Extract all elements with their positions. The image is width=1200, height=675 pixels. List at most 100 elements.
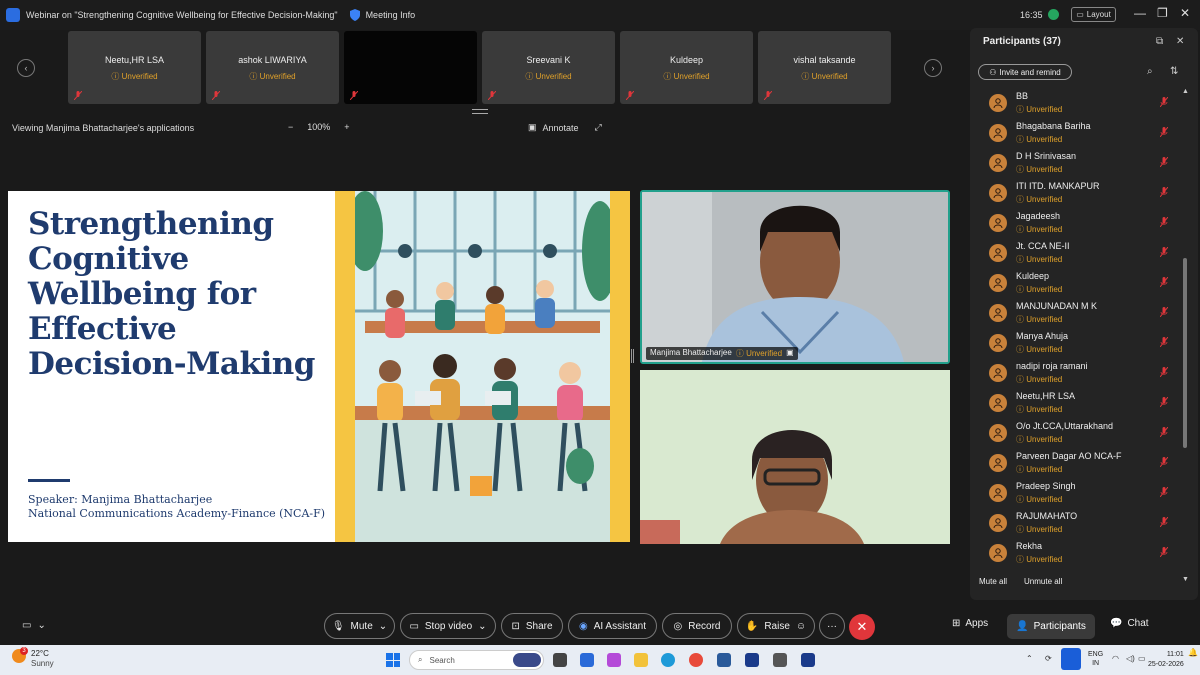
- muted-mic-icon[interactable]: [1160, 457, 1168, 467]
- microphone-in-use-icon[interactable]: [1061, 648, 1081, 670]
- stop-video-button[interactable]: ▭ Stop video ⌄: [400, 613, 496, 639]
- participant-row[interactable]: BB ⓘ Unverified: [970, 88, 1180, 118]
- invite-and-remind-button[interactable]: ⚇ Invite and remind: [978, 64, 1072, 80]
- split-handle-icon[interactable]: [631, 349, 634, 363]
- close-icon[interactable]: ✕: [1176, 36, 1184, 47]
- snipping-tool-icon[interactable]: [580, 653, 594, 667]
- fullscreen-icon[interactable]: ⤢: [595, 122, 602, 133]
- annotate-button[interactable]: ▣ Annotate ⤢: [528, 122, 602, 133]
- edge-browser-icon[interactable]: [661, 653, 675, 667]
- copilot-icon[interactable]: [607, 653, 621, 667]
- webex-app-icon[interactable]: [745, 653, 759, 667]
- reactions-icon[interactable]: ☺: [796, 621, 806, 632]
- store-icon[interactable]: [717, 653, 731, 667]
- search-icon[interactable]: ⌕: [1147, 66, 1153, 77]
- participant-thumbnail[interactable]: Sreevani K ⓘ Unverified: [482, 31, 615, 104]
- participant-row[interactable]: Bhagabana Bariha ⓘ Unverified: [970, 118, 1180, 148]
- participants-button[interactable]: 👤 Participants: [1007, 614, 1095, 639]
- participant-row[interactable]: MANJUNADAN M K ⓘ Unverified: [970, 298, 1180, 328]
- scroll-up-icon[interactable]: ▲: [1182, 88, 1189, 95]
- participant-row[interactable]: Manya Ahuja ⓘ Unverified: [970, 328, 1180, 358]
- battery-icon[interactable]: ▭: [1138, 654, 1146, 663]
- muted-mic-icon[interactable]: [1160, 217, 1168, 227]
- more-options-button[interactable]: ···: [819, 613, 845, 639]
- scrollbar[interactable]: [1183, 258, 1187, 448]
- muted-mic-icon[interactable]: [1160, 427, 1168, 437]
- webex-meeting-icon[interactable]: [801, 653, 815, 667]
- muted-mic-icon[interactable]: [1160, 277, 1168, 287]
- participant-row[interactable]: Jt. CCA NE-II ⓘ Unverified: [970, 238, 1180, 268]
- scroll-down-icon[interactable]: ▼: [1182, 576, 1189, 583]
- muted-mic-icon[interactable]: [1160, 187, 1168, 197]
- participant-video-thumbnail[interactable]: [344, 31, 477, 104]
- captions-button[interactable]: ▭ ⌄: [22, 620, 46, 631]
- participant-row[interactable]: Rekha ⓘ Unverified: [970, 538, 1180, 566]
- taskbar-search[interactable]: ⌕ Search: [409, 650, 544, 670]
- minimize-icon[interactable]: —: [1134, 6, 1146, 20]
- meeting-info-link[interactable]: Meeting Info: [366, 10, 416, 20]
- chevron-up-icon[interactable]: ⌃: [1026, 654, 1033, 663]
- participant-video[interactable]: [640, 370, 950, 544]
- muted-mic-icon[interactable]: [1160, 547, 1168, 557]
- participant-row[interactable]: Jagadeesh ⓘ Unverified: [970, 208, 1180, 238]
- participant-status: ⓘ Unverified: [1016, 285, 1063, 294]
- meeting-info-shield-icon[interactable]: [349, 9, 360, 21]
- close-icon[interactable]: ✕: [1180, 6, 1190, 20]
- muted-mic-icon[interactable]: [1160, 487, 1168, 497]
- calculator-icon[interactable]: [773, 653, 787, 667]
- muted-mic-icon[interactable]: [1160, 517, 1168, 527]
- file-explorer-icon[interactable]: [634, 653, 648, 667]
- participant-thumbnail[interactable]: Neetu,HR LSA ⓘ Unverified: [68, 31, 201, 104]
- language-indicator[interactable]: ENG IN: [1088, 650, 1103, 668]
- share-button[interactable]: ⊡ Share: [501, 613, 563, 639]
- participant-row[interactable]: Pradeep Singh ⓘ Unverified: [970, 478, 1180, 508]
- chrome-browser-icon[interactable]: [689, 653, 703, 667]
- participant-row[interactable]: nadipi roja ramani ⓘ Unverified: [970, 358, 1180, 388]
- participant-row[interactable]: O/o Jt.CCA,Uttarakhand ⓘ Unverified: [970, 418, 1180, 448]
- chat-button[interactable]: 💬 Chat: [1110, 618, 1149, 629]
- ai-assistant-button[interactable]: ◉ AI Assistant: [568, 613, 657, 639]
- zoom-in-button[interactable]: +: [344, 122, 349, 132]
- apps-button[interactable]: ⊞ Apps: [952, 618, 988, 629]
- volume-icon[interactable]: ◁): [1126, 654, 1135, 663]
- end-meeting-button[interactable]: ✕: [849, 614, 875, 640]
- muted-mic-icon[interactable]: [1160, 307, 1168, 317]
- participant-thumbnail[interactable]: vishal taksande ⓘ Unverified: [758, 31, 891, 104]
- participant-row[interactable]: RAJUMAHATO ⓘ Unverified: [970, 508, 1180, 538]
- muted-mic-icon[interactable]: [1160, 397, 1168, 407]
- muted-mic-icon[interactable]: [1160, 157, 1168, 167]
- muted-mic-icon[interactable]: [1160, 367, 1168, 377]
- participant-row[interactable]: ITI ITD. MANKAPUR ⓘ Unverified: [970, 178, 1180, 208]
- popout-icon[interactable]: ⧉: [1156, 36, 1163, 47]
- layout-button[interactable]: ▭ Layout: [1071, 7, 1116, 22]
- participant-status: ⓘ Unverified: [1016, 255, 1063, 264]
- task-view-icon[interactable]: [553, 653, 567, 667]
- participant-thumbnail[interactable]: Kuldeep ⓘ Unverified: [620, 31, 753, 104]
- start-button-icon[interactable]: [386, 653, 400, 667]
- zoom-out-button[interactable]: −: [288, 122, 293, 132]
- system-clock[interactable]: 11:01 25-02-2026: [1148, 650, 1184, 670]
- participant-row[interactable]: Parveen Dagar AO NCA-F ⓘ Unverified: [970, 448, 1180, 478]
- active-speaker-video[interactable]: Manjima Bhattacharjee ⓘ Unverified ▣: [640, 190, 950, 364]
- participant-row[interactable]: Kuldeep ⓘ Unverified: [970, 268, 1180, 298]
- muted-mic-icon[interactable]: [1160, 97, 1168, 107]
- participant-row[interactable]: Neetu,HR LSA ⓘ Unverified: [970, 388, 1180, 418]
- wifi-icon[interactable]: ◠: [1112, 654, 1119, 663]
- sort-icon[interactable]: ⇅: [1170, 66, 1178, 77]
- muted-mic-icon[interactable]: [1160, 337, 1168, 347]
- notifications-icon[interactable]: 🔔: [1188, 648, 1198, 657]
- record-button[interactable]: ◎ Record: [662, 613, 732, 639]
- muted-mic-icon[interactable]: [1160, 127, 1168, 137]
- resize-handle-icon[interactable]: [472, 109, 488, 114]
- participant-thumbnail[interactable]: ashok LIWARIYA ⓘ Unverified: [206, 31, 339, 104]
- thumbnails-next-button[interactable]: ›: [924, 59, 942, 77]
- restore-icon[interactable]: ❐: [1157, 6, 1168, 20]
- mute-button[interactable]: 🎙 Mute ⌄: [324, 613, 395, 639]
- unmute-all-button[interactable]: Unmute all: [1024, 577, 1062, 586]
- muted-mic-icon[interactable]: [1160, 247, 1168, 257]
- sync-icon[interactable]: ⟳: [1045, 654, 1052, 663]
- raise-hand-button[interactable]: ✋ Raise ☺: [737, 613, 815, 639]
- participant-row[interactable]: D H Srinivasan ⓘ Unverified: [970, 148, 1180, 178]
- mute-all-button[interactable]: Mute all: [979, 577, 1007, 586]
- thumbnails-prev-button[interactable]: ‹: [17, 59, 35, 77]
